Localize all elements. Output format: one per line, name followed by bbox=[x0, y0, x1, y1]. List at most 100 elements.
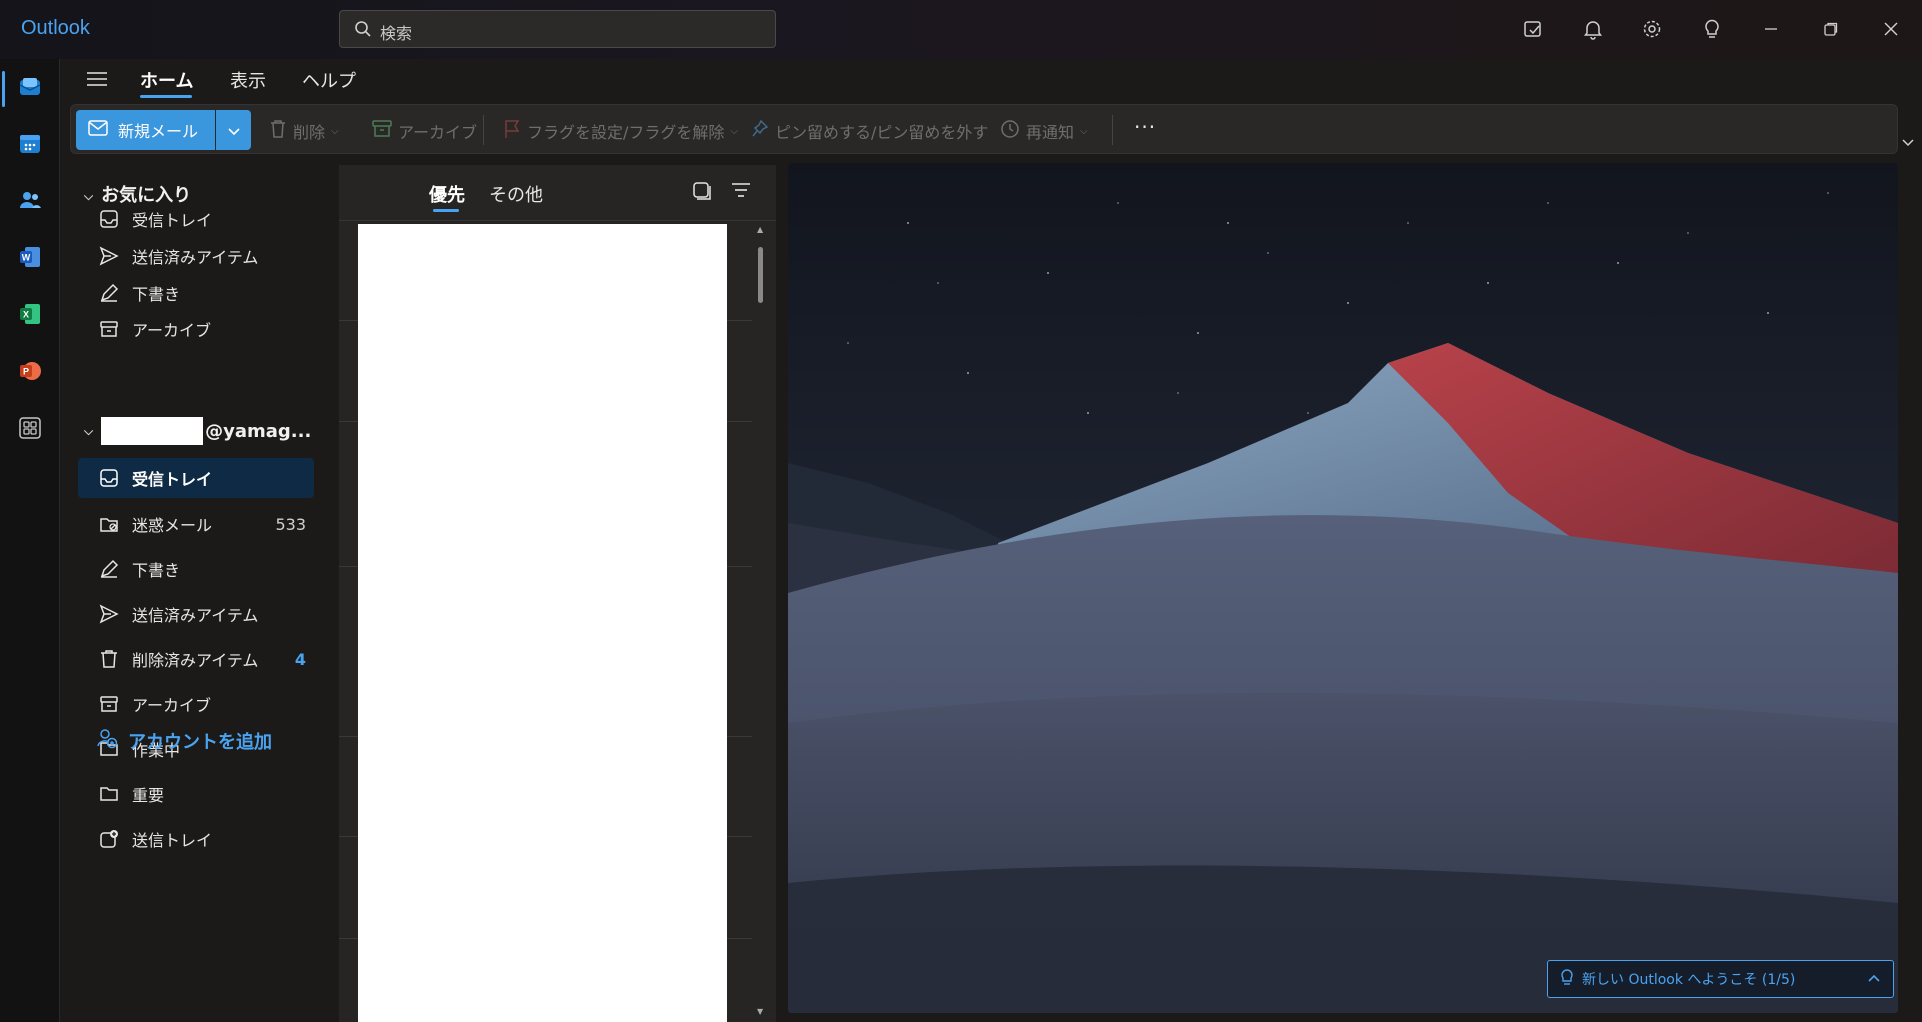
fav-item-inbox[interactable]: 受信トレイ bbox=[78, 199, 314, 239]
filter-icon[interactable] bbox=[731, 181, 751, 203]
account-email: @yamag... bbox=[205, 420, 312, 442]
folder-label: アーカイブ bbox=[132, 696, 212, 715]
welcome-banner[interactable]: 新しい Outlook へようこそ (1/5) bbox=[1547, 960, 1894, 998]
message-list-content[interactable] bbox=[358, 224, 727, 1022]
add-person-icon bbox=[96, 727, 118, 754]
archive-icon bbox=[98, 318, 120, 340]
fav-item-drafts[interactable]: 下書き bbox=[78, 273, 314, 313]
row-divider bbox=[339, 836, 358, 837]
row-divider bbox=[339, 736, 358, 737]
ribbon-toolbar: 新規メール 削除 ⌵ アーカイブ フラグを設定/フラグを解除 ⌵ ピン留めする/… bbox=[70, 104, 1898, 154]
more-options-button[interactable]: ··· bbox=[1134, 115, 1156, 139]
row-divider bbox=[727, 421, 752, 422]
outbox-icon bbox=[98, 828, 120, 850]
ribbon-divider bbox=[483, 115, 484, 145]
mail-app-icon[interactable] bbox=[14, 71, 46, 103]
title-bar: Outlook 検索 bbox=[0, 0, 1922, 59]
flag-button[interactable]: フラグを設定/フラグを解除 ⌵ bbox=[503, 119, 738, 143]
folder-outbox[interactable]: 送信トレイ bbox=[78, 819, 314, 859]
folder-label: 削除済みアイテム bbox=[132, 651, 259, 670]
tab-focused[interactable]: 優先 bbox=[429, 181, 465, 207]
new-mail-label: 新規メール bbox=[118, 122, 199, 141]
flag-label: フラグを設定/フラグを解除 bbox=[527, 123, 725, 142]
search-placeholder: 検索 bbox=[380, 24, 413, 43]
close-icon[interactable] bbox=[1877, 15, 1905, 43]
hamburger-menu-icon[interactable] bbox=[86, 70, 108, 92]
add-account-button[interactable]: アカウントを追加 bbox=[96, 727, 272, 754]
flag-icon bbox=[503, 119, 521, 143]
my-day-icon[interactable] bbox=[1519, 15, 1547, 43]
powerpoint-app-icon[interactable]: P bbox=[14, 355, 46, 387]
folder-archive[interactable]: アーカイブ bbox=[78, 684, 314, 724]
bell-icon[interactable] bbox=[1579, 15, 1607, 43]
scrollbar-thumb[interactable] bbox=[758, 247, 763, 303]
ribbon-expand-chevron-icon[interactable] bbox=[1900, 134, 1916, 153]
svg-text:P: P bbox=[23, 367, 29, 377]
unread-count: 4 bbox=[294, 649, 306, 669]
account-header[interactable]: ⌵ @yamag... bbox=[84, 416, 311, 446]
row-divider bbox=[727, 320, 752, 321]
folder-inbox[interactable]: 受信トレイ bbox=[78, 458, 314, 498]
ribbon-divider-2 bbox=[1112, 115, 1113, 145]
search-box[interactable]: 検索 bbox=[339, 10, 776, 48]
excel-app-icon[interactable]: X bbox=[14, 298, 46, 330]
calendar-app-icon[interactable] bbox=[14, 128, 46, 160]
row-divider bbox=[727, 566, 752, 567]
snooze-label: 再通知 bbox=[1026, 123, 1075, 142]
row-divider bbox=[339, 320, 358, 321]
tab-other[interactable]: その他 bbox=[489, 181, 543, 207]
send-icon bbox=[98, 245, 120, 267]
fav-item-sent[interactable]: 送信済みアイテム bbox=[78, 236, 314, 276]
archive-label: アーカイブ bbox=[398, 123, 478, 142]
more-apps-icon[interactable] bbox=[14, 412, 46, 444]
delete-chevron-icon: ⌵ bbox=[331, 125, 339, 137]
folder-sent[interactable]: 送信済みアイテム bbox=[78, 594, 314, 634]
fav-item-archive[interactable]: アーカイブ bbox=[78, 309, 314, 349]
fav-item-label: アーカイブ bbox=[132, 321, 212, 340]
restore-icon[interactable] bbox=[1817, 15, 1845, 43]
folder-label: 迷惑メール bbox=[132, 516, 213, 535]
folder-drafts[interactable]: 下書き bbox=[78, 549, 314, 589]
select-multiple-icon[interactable] bbox=[692, 181, 712, 205]
scroll-down-arrow-icon[interactable]: ▼ bbox=[757, 1007, 763, 1016]
folder-label: 重要 bbox=[132, 786, 165, 805]
row-divider bbox=[727, 736, 752, 737]
pin-button[interactable]: ピン留めする/ピン留めを外す bbox=[751, 119, 988, 143]
word-app-icon[interactable]: W bbox=[14, 241, 46, 273]
scroll-up-arrow-icon[interactable]: ▲ bbox=[757, 225, 763, 234]
outlook-window: Outlook 検索 W X P ホーム 表示 ヘルプ 新規メール 削除 ⌵ ア… bbox=[0, 0, 1922, 1022]
folder-pane: ⌵ お気に入り 受信トレイ 送信済みアイテム 下書き アーカイブ ⌵ @yamag… bbox=[60, 159, 330, 1022]
tab-home-underline bbox=[140, 95, 192, 98]
folder-deleted[interactable]: 削除済みアイテム 4 bbox=[78, 639, 314, 679]
tab-home[interactable]: ホーム bbox=[140, 67, 193, 93]
chevron-up-icon[interactable] bbox=[1867, 971, 1881, 987]
new-mail-dropdown[interactable] bbox=[216, 110, 251, 150]
folder-label: 下書き bbox=[132, 561, 181, 580]
new-mail-button[interactable]: 新規メール bbox=[76, 110, 215, 150]
delete-label: 削除 bbox=[293, 123, 326, 142]
message-list-scrollbar[interactable]: ▲ ▼ bbox=[754, 221, 768, 1022]
junk-icon bbox=[98, 513, 120, 535]
folder-junk[interactable]: 迷惑メール 533 bbox=[78, 504, 314, 544]
svg-text:W: W bbox=[22, 253, 31, 263]
lightbulb-icon[interactable] bbox=[1698, 15, 1726, 43]
focused-underline bbox=[433, 209, 459, 212]
message-list: 優先 その他 ▲ ▼ bbox=[339, 165, 776, 1022]
delete-button[interactable]: 削除 ⌵ bbox=[269, 119, 339, 143]
minimize-icon[interactable] bbox=[1757, 15, 1785, 43]
archive-icon bbox=[372, 120, 392, 142]
tab-help[interactable]: ヘルプ bbox=[302, 67, 356, 93]
people-app-icon[interactable] bbox=[14, 184, 46, 216]
folder-important[interactable]: 重要 bbox=[78, 774, 314, 814]
snooze-button[interactable]: 再通知 ⌵ bbox=[1000, 119, 1088, 143]
app-rail: W X P bbox=[0, 59, 60, 1022]
archive-button[interactable]: アーカイブ bbox=[372, 119, 477, 143]
tab-view[interactable]: 表示 bbox=[230, 67, 266, 93]
gear-icon[interactable] bbox=[1638, 15, 1666, 43]
reading-pane bbox=[788, 163, 1898, 1013]
fav-item-label: 送信済みアイテム bbox=[132, 248, 259, 267]
mail-icon bbox=[88, 120, 108, 140]
fav-item-label: 下書き bbox=[132, 285, 181, 304]
ribbon-tabs: ホーム 表示 ヘルプ bbox=[60, 59, 1922, 101]
fav-item-label: 受信トレイ bbox=[132, 211, 213, 230]
